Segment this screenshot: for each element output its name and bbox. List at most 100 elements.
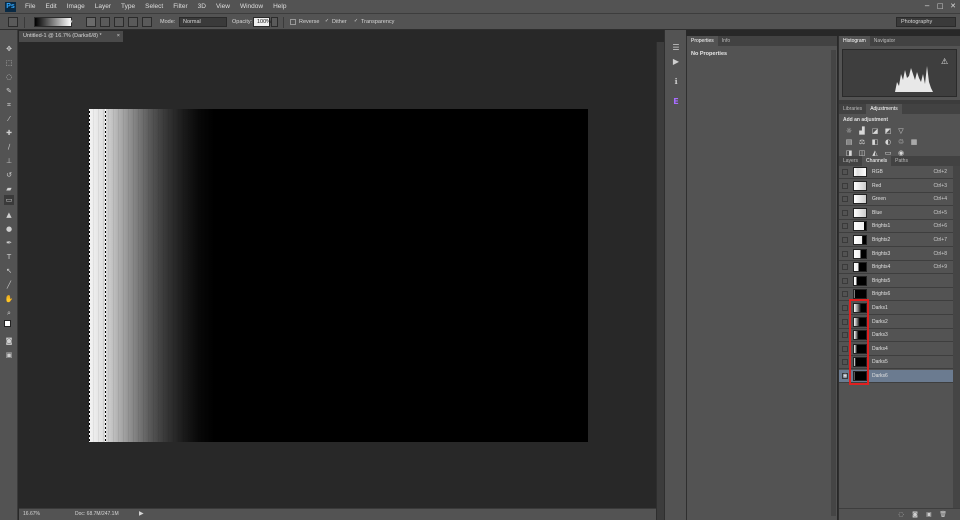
visibility-eye-icon[interactable]: ◉ bbox=[842, 373, 848, 379]
status-menu-arrow-icon[interactable]: ▶ bbox=[139, 509, 144, 520]
dodge-tool-icon[interactable]: ● bbox=[4, 224, 14, 234]
close-tab-icon[interactable]: × bbox=[117, 31, 120, 42]
healing-tool-icon[interactable]: ✚ bbox=[4, 128, 14, 138]
channel-row[interactable]: RGB Ctrl+2 bbox=[839, 166, 953, 179]
tab-adjustments[interactable]: Adjustments bbox=[866, 104, 902, 114]
move-tool-icon[interactable]: ✥ bbox=[4, 44, 14, 54]
tab-layers[interactable]: Layers bbox=[839, 156, 862, 166]
opacity-input[interactable]: 100% bbox=[253, 17, 271, 27]
mode-select[interactable]: Normal bbox=[179, 17, 227, 27]
angle-gradient-button[interactable] bbox=[114, 17, 124, 27]
tool-preset-picker[interactable] bbox=[8, 17, 18, 27]
menu-3d[interactable]: 3D bbox=[193, 0, 211, 13]
properties-dock-icon[interactable]: ☰ bbox=[670, 42, 682, 54]
zoom-level[interactable]: 16.67% bbox=[23, 509, 40, 520]
visibility-eye-icon[interactable] bbox=[842, 223, 848, 230]
extension-dock-icon[interactable]: E bbox=[670, 96, 682, 108]
menu-image[interactable]: Image bbox=[62, 0, 90, 13]
channel-row[interactable]: Brights2 Ctrl+7 bbox=[839, 234, 953, 247]
visibility-eye-icon[interactable] bbox=[842, 182, 848, 189]
color-lookup-icon[interactable]: ▦ bbox=[909, 138, 919, 147]
eraser-tool-icon[interactable]: ▰ bbox=[4, 184, 14, 194]
document-canvas[interactable] bbox=[89, 109, 588, 442]
foreground-color-swatch[interactable] bbox=[4, 320, 11, 327]
channel-row[interactable]: Blue Ctrl+5 bbox=[839, 207, 953, 220]
crop-tool-icon[interactable]: ⌗ bbox=[4, 100, 14, 110]
menu-filter[interactable]: Filter bbox=[168, 0, 192, 13]
info-dock-icon[interactable]: ℹ bbox=[670, 76, 682, 88]
document-tab[interactable]: Untitled-1 @ 16.7% (Darks6/8) * × bbox=[19, 31, 123, 42]
load-selection-icon[interactable]: ◌ bbox=[897, 511, 905, 518]
opacity-slider-button[interactable] bbox=[271, 17, 278, 27]
color-swatches[interactable] bbox=[4, 320, 15, 331]
radial-gradient-button[interactable] bbox=[100, 17, 110, 27]
dither-checkbox[interactable]: ✓ bbox=[324, 19, 330, 25]
photo-filter-icon[interactable]: ◐ bbox=[883, 138, 893, 147]
channel-row[interactable]: Brights4 Ctrl+9 bbox=[839, 261, 953, 275]
path-select-tool-icon[interactable]: ↖ bbox=[4, 266, 14, 276]
tab-navigator[interactable]: Navigator bbox=[870, 36, 899, 46]
linear-gradient-button[interactable] bbox=[86, 17, 96, 27]
channel-row[interactable]: Brights3 Ctrl+8 bbox=[839, 248, 953, 261]
brush-tool-icon[interactable]: ∕ bbox=[4, 142, 14, 152]
maximize-button[interactable]: □ bbox=[937, 2, 944, 10]
visibility-eye-icon[interactable] bbox=[842, 345, 848, 352]
new-channel-icon[interactable]: ▣ bbox=[925, 511, 933, 518]
visibility-eye-icon[interactable] bbox=[842, 359, 848, 366]
history-brush-tool-icon[interactable]: ↺ bbox=[4, 170, 14, 180]
stamp-tool-icon[interactable]: ⊥ bbox=[4, 156, 14, 166]
visibility-eye-icon[interactable] bbox=[842, 209, 848, 216]
tab-histogram[interactable]: Histogram bbox=[839, 36, 870, 46]
type-tool-icon[interactable]: T bbox=[4, 252, 14, 262]
hue-saturation-icon[interactable]: ▤ bbox=[844, 138, 854, 147]
lasso-tool-icon[interactable]: ◌ bbox=[4, 72, 14, 82]
chevron-down-icon[interactable]: ▾ bbox=[70, 17, 76, 27]
channel-row[interactable]: Brights1 Ctrl+6 bbox=[839, 220, 953, 234]
exposure-icon[interactable]: ◩ bbox=[883, 127, 893, 136]
menu-help[interactable]: Help bbox=[268, 0, 291, 13]
canvas-workspace[interactable] bbox=[19, 42, 656, 508]
quick-mask-icon[interactable]: ◙ bbox=[4, 336, 14, 346]
tab-info[interactable]: Info bbox=[718, 36, 734, 46]
channels-scrollbar[interactable] bbox=[953, 166, 960, 508]
brightness-icon[interactable]: ☼ bbox=[844, 127, 854, 136]
menu-file[interactable]: File bbox=[20, 0, 40, 13]
menu-view[interactable]: View bbox=[211, 0, 235, 13]
actions-dock-icon[interactable]: ▶ bbox=[670, 56, 682, 68]
tab-properties[interactable]: Properties bbox=[687, 36, 718, 46]
vertical-scrollbar[interactable] bbox=[656, 42, 664, 520]
curves-icon[interactable]: ◪ bbox=[870, 127, 880, 136]
menu-select[interactable]: Select bbox=[140, 0, 168, 13]
tab-channels[interactable]: Channels bbox=[862, 156, 892, 166]
blur-tool-icon[interactable]: ▲ bbox=[4, 210, 14, 220]
pen-tool-icon[interactable]: ✒ bbox=[4, 238, 14, 248]
reverse-checkbox[interactable] bbox=[290, 19, 296, 25]
vibrance-icon[interactable]: ▽ bbox=[896, 127, 906, 136]
histogram-warning-icon[interactable]: ⚠ bbox=[941, 57, 948, 66]
gradient-preview[interactable] bbox=[34, 17, 72, 27]
workspace-select[interactable]: Photography bbox=[896, 17, 956, 27]
quick-select-tool-icon[interactable]: ✎ bbox=[4, 86, 14, 96]
delete-channel-icon[interactable]: 🗑 bbox=[939, 511, 947, 518]
marquee-tool-icon[interactable]: ⬚ bbox=[4, 58, 14, 68]
visibility-eye-icon[interactable] bbox=[842, 332, 848, 339]
visibility-eye-icon[interactable] bbox=[842, 237, 848, 243]
transparency-checkbox[interactable]: ✓ bbox=[353, 19, 359, 25]
line-tool-icon[interactable]: ╱ bbox=[4, 280, 14, 290]
channel-row[interactable]: Red Ctrl+3 bbox=[839, 180, 953, 193]
channel-mixer-icon[interactable]: ♲ bbox=[896, 138, 906, 147]
hand-tool-icon[interactable]: ✋ bbox=[4, 294, 14, 304]
channel-row[interactable]: Brights5 bbox=[839, 275, 953, 288]
visibility-eye-icon[interactable] bbox=[842, 318, 848, 325]
menu-window[interactable]: Window bbox=[235, 0, 268, 13]
visibility-eye-icon[interactable] bbox=[842, 196, 848, 203]
channel-row[interactable]: Green Ctrl+4 bbox=[839, 193, 953, 207]
visibility-eye-icon[interactable] bbox=[842, 291, 848, 298]
reflected-gradient-button[interactable] bbox=[128, 17, 138, 27]
color-balance-icon[interactable]: ⚖ bbox=[857, 138, 867, 147]
save-selection-icon[interactable]: ◙ bbox=[911, 511, 919, 518]
tab-libraries[interactable]: Libraries bbox=[839, 104, 866, 114]
menu-type[interactable]: Type bbox=[116, 0, 140, 13]
visibility-eye-icon[interactable] bbox=[842, 250, 848, 257]
diamond-gradient-button[interactable] bbox=[142, 17, 152, 27]
